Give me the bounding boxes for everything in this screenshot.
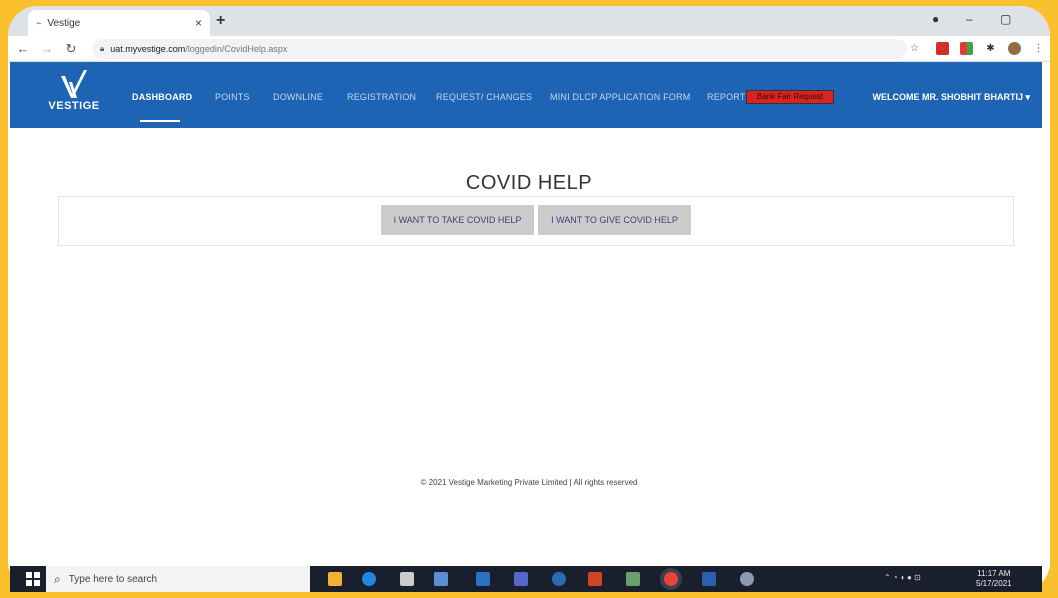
address-bar[interactable]: 🔒︎ uat.myvestige.com/loggedin/CovidHelp.… — [92, 39, 907, 59]
welcome-text: WELCOME MR. SHOBHIT BHARTIJ — [872, 92, 1023, 102]
search-placeholder: Type here to search — [68, 573, 158, 585]
new-tab-button[interactable]: + — [216, 12, 225, 30]
vestige-logo-icon — [61, 70, 87, 98]
bookmark-star-icon[interactable]: ☆ — [908, 42, 921, 55]
teams-icon[interactable] — [514, 572, 528, 586]
menu-kebab-icon[interactable]: ⋮ — [1032, 42, 1045, 55]
url-host: uat.myvestige.com — [110, 44, 186, 54]
puzzle-extensions-icon[interactable]: ✱ — [984, 42, 997, 55]
browser-tab-strip: ⌁ Vestige × + ● – ▢ — [8, 6, 1050, 36]
file-explorer-icon[interactable] — [328, 572, 342, 586]
word-icon[interactable] — [702, 572, 716, 586]
pdf-extension-icon[interactable] — [936, 42, 949, 55]
tab-title: Vestige — [47, 17, 81, 29]
screenshot-frame: ⌁ Vestige × + ● – ▢ ← → ↻ 🔒︎ uat.myvesti… — [8, 6, 1050, 592]
taskbar-search-box[interactable]: ⌕ Type here to search — [46, 566, 310, 592]
app-icon-2[interactable] — [552, 572, 566, 586]
chrome-icon[interactable] — [664, 572, 678, 586]
clock-date: 5/17/2021 — [976, 579, 1012, 588]
store-icon[interactable] — [400, 572, 414, 586]
welcome-user-menu[interactable]: WELCOME MR. SHOBHIT BHARTIJ ▾ — [872, 92, 1030, 103]
nav-request-changes[interactable]: REQUEST/ CHANGES — [436, 92, 532, 102]
minimize-button[interactable]: – — [966, 12, 973, 26]
vestige-logo[interactable]: VESTIGE — [44, 68, 104, 122]
active-nav-underline — [140, 120, 180, 122]
reload-icon[interactable]: ↻ — [62, 41, 80, 57]
app-icon-4[interactable] — [740, 572, 754, 586]
edge-browser-icon[interactable] — [362, 572, 376, 586]
powerpoint-icon[interactable] — [588, 572, 602, 586]
take-covid-help-button[interactable]: I WANT TO TAKE COVID HELP — [381, 205, 534, 235]
user-avatar[interactable] — [1008, 42, 1021, 55]
maximize-button[interactable]: ▢ — [1000, 12, 1011, 26]
nav-report[interactable]: REPORT — [707, 92, 746, 102]
browser-tab[interactable]: ⌁ Vestige × — [28, 10, 210, 36]
back-arrow-icon[interactable]: ← — [14, 41, 32, 56]
url-path: /loggedin/CovidHelp.aspx — [185, 44, 288, 54]
windows-taskbar: ⌕ Type here to search ⌃ ◔ ◖ ● ⊡ 11:17 AM… — [10, 566, 1042, 592]
extension-icon[interactable] — [960, 42, 973, 55]
browser-toolbar: ← → ↻ 🔒︎ uat.myvestige.com/loggedin/Covi… — [8, 36, 1050, 62]
nav-downline[interactable]: DOWNLINE — [273, 92, 323, 102]
forward-arrow-icon[interactable]: → — [38, 41, 56, 56]
taskbar-clock[interactable]: 11:17 AM 5/17/2021 — [976, 569, 1012, 589]
nav-points[interactable]: POINTS — [215, 92, 250, 102]
copyright-footer: © 2021 Vestige Marketing Private Limited… — [420, 478, 638, 487]
nav-mini-dlcp-form[interactable]: MINI DLCP APPLICATION FORM — [550, 92, 690, 102]
app-icon-3[interactable] — [626, 572, 640, 586]
logo-text: VESTIGE — [48, 100, 100, 112]
mail-icon[interactable] — [476, 572, 490, 586]
covid-help-panel — [58, 196, 1014, 246]
tab-close-icon[interactable]: × — [195, 16, 202, 30]
bank-fair-request-button[interactable]: Bank Fair Request — [746, 90, 834, 104]
search-icon: ⌕ — [54, 571, 61, 586]
give-covid-help-button[interactable]: I WANT TO GIVE COVID HELP — [538, 205, 691, 235]
windows-start-icon[interactable] — [26, 572, 40, 586]
site-header: VESTIGE DASHBOARD POINTS DOWNLINE REGIST… — [10, 62, 1042, 128]
favicon-icon: ⌁ — [36, 17, 42, 28]
caret-down-icon: ▾ — [1025, 92, 1030, 102]
app-icon[interactable] — [434, 572, 448, 586]
nav-dashboard[interactable]: DASHBOARD — [132, 92, 192, 102]
profile-icon[interactable]: ● — [932, 12, 939, 26]
system-tray-icons[interactable]: ⌃ ◔ ◖ ● ⊡ — [884, 573, 921, 582]
clock-time: 11:17 AM — [977, 569, 1011, 578]
nav-registration[interactable]: REGISTRATION — [347, 92, 416, 102]
page-title: COVID HELP — [465, 172, 593, 194]
lock-icon: 🔒︎ — [100, 44, 105, 53]
